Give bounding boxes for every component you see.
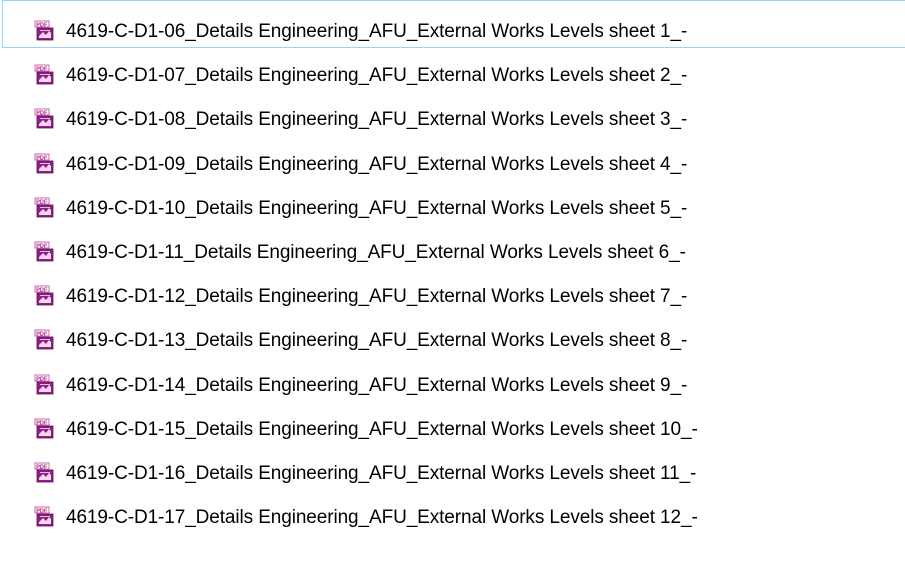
file-list-item[interactable]: PDF 4619-C-D1-07_Details Engineering_AFU… [0,63,905,107]
pdf-file-icon: PDF [34,64,56,86]
file-name: 4619-C-D1-14_Details Engineering_AFU_Ext… [66,374,688,396]
pdf-file-icon: PDF [34,108,56,130]
pdf-file-icon: PDF [34,20,56,42]
file-list-item[interactable]: PDF 4619-C-D1-11_Details Engineering_AFU… [0,240,905,284]
pdf-file-icon: PDF [34,197,56,219]
file-list-item[interactable]: PDF 4619-C-D1-09_Details Engineering_AFU… [0,152,905,196]
svg-text:PDF: PDF [36,332,48,338]
file-name: 4619-C-D1-16_Details Engineering_AFU_Ext… [66,462,697,484]
pdf-file-icon: PDF [34,285,56,307]
file-list-item[interactable]: PDF 4619-C-D1-12_Details Engineering_AFU… [0,284,905,328]
file-list: PDF 4619-C-D1-06_Details Engineering_AFU… [0,0,905,561]
file-list-item[interactable]: PDF 4619-C-D1-17_Details Engineering_AFU… [0,505,905,549]
svg-text:PDF: PDF [36,111,48,117]
file-list-item[interactable]: PDF 4619-C-D1-10_Details Engineering_AFU… [0,196,905,240]
svg-text:PDF: PDF [36,508,48,514]
file-list-item[interactable]: PDF 4619-C-D1-13_Details Engineering_AFU… [0,328,905,372]
svg-text:PDF: PDF [36,420,48,426]
pdf-file-icon: PDF [34,241,56,263]
file-list-item[interactable]: PDF 4619-C-D1-16_Details Engineering_AFU… [0,461,905,505]
file-name: 4619-C-D1-08_Details Engineering_AFU_Ext… [66,109,688,131]
file-name: 4619-C-D1-10_Details Engineering_AFU_Ext… [66,197,688,219]
file-list-item[interactable]: PDF 4619-C-D1-15_Details Engineering_AFU… [0,417,905,461]
svg-text:PDF: PDF [36,22,48,28]
svg-text:PDF: PDF [36,376,48,382]
pdf-file-icon: PDF [34,329,56,351]
svg-text:PDF: PDF [36,464,48,470]
file-name: 4619-C-D1-07_Details Engineering_AFU_Ext… [66,65,688,87]
file-name: 4619-C-D1-06_Details Engineering_AFU_Ext… [66,21,688,43]
file-list-item[interactable]: PDF 4619-C-D1-08_Details Engineering_AFU… [0,107,905,151]
pdf-file-icon: PDF [34,506,56,528]
file-name: 4619-C-D1-15_Details Engineering_AFU_Ext… [66,418,698,440]
svg-text:PDF: PDF [36,288,48,294]
file-list-item[interactable]: PDF 4619-C-D1-06_Details Engineering_AFU… [0,0,905,63]
file-name: 4619-C-D1-11_Details Engineering_AFU_Ext… [66,242,686,264]
pdf-file-icon: PDF [34,153,56,175]
svg-text:PDF: PDF [36,155,48,161]
svg-text:PDF: PDF [36,199,48,205]
file-name: 4619-C-D1-12_Details Engineering_AFU_Ext… [66,286,688,308]
pdf-file-icon: PDF [34,418,56,440]
file-name: 4619-C-D1-17_Details Engineering_AFU_Ext… [66,507,698,529]
file-list-item[interactable]: PDF 4619-C-D1-14_Details Engineering_AFU… [0,373,905,417]
pdf-file-icon: PDF [34,374,56,396]
svg-text:PDF: PDF [36,67,48,73]
file-name: 4619-C-D1-09_Details Engineering_AFU_Ext… [66,153,688,175]
file-name: 4619-C-D1-13_Details Engineering_AFU_Ext… [66,330,688,352]
pdf-file-icon: PDF [34,462,56,484]
svg-text:PDF: PDF [36,243,48,249]
